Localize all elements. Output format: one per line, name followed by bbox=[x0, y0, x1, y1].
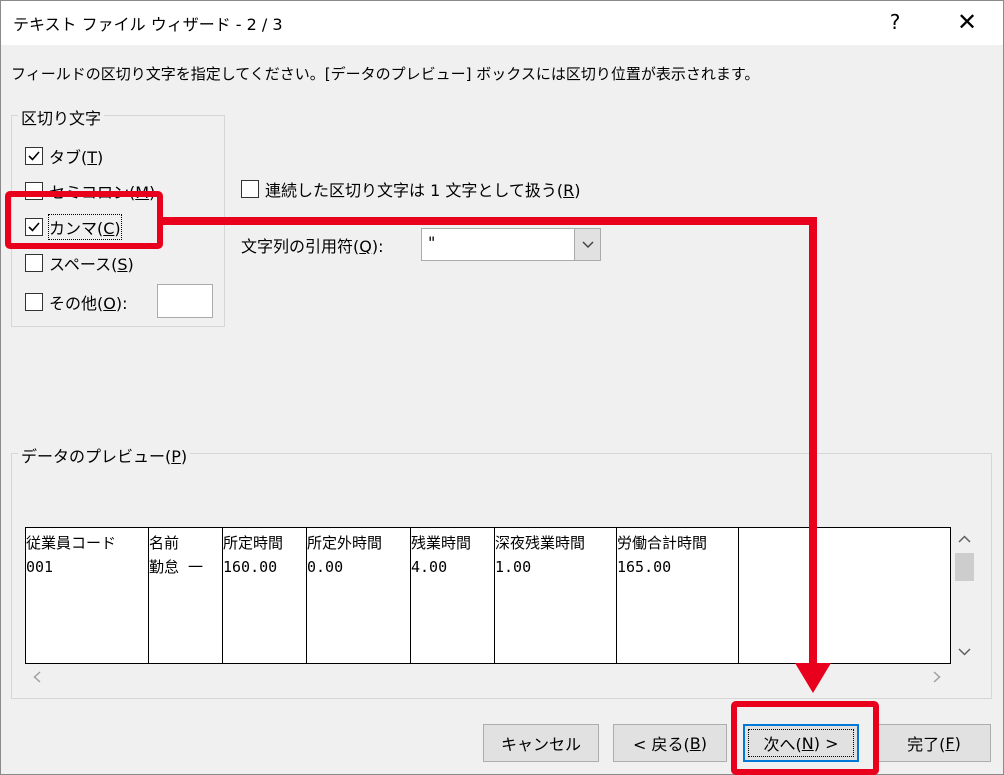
scroll-up-icon[interactable] bbox=[958, 535, 971, 543]
column-value: 160.00 bbox=[223, 558, 278, 576]
checkbox-box[interactable] bbox=[25, 254, 43, 272]
back-button[interactable]: < 戻る(B) bbox=[613, 724, 727, 762]
preview-column[interactable]: 深夜残業時間 1.00 bbox=[495, 528, 617, 663]
finish-button[interactable]: 完了(F) bbox=[877, 724, 991, 762]
consecutive-delimiters-checkbox[interactable]: 連続した区切り文字は 1 文字として扱う(R) bbox=[241, 177, 581, 201]
space-label: スペース(S) bbox=[49, 255, 134, 274]
preview-vertical-scrollbar[interactable] bbox=[951, 527, 978, 664]
title-bar: テキスト ファイル ウィザード - 2 / 3 ? ✕ bbox=[1, 1, 1003, 45]
checkbox-box[interactable] bbox=[25, 293, 43, 311]
chevron-down-icon bbox=[581, 240, 594, 248]
preview-column[interactable]: 従業員コード 001 bbox=[26, 528, 149, 663]
checkmark-icon bbox=[28, 151, 40, 161]
column-value: 勤怠 一 bbox=[149, 558, 204, 576]
preview-group-title: データのプレビュー(P) bbox=[18, 443, 191, 467]
preview-column[interactable]: 労働合計時間 165.00 bbox=[617, 528, 739, 663]
column-value: 4.00 bbox=[411, 558, 448, 576]
close-button[interactable]: ✕ bbox=[941, 3, 993, 41]
window-title: テキスト ファイル ウィザード - 2 / 3 bbox=[13, 15, 283, 34]
column-value: 0.00 bbox=[307, 558, 344, 576]
delimiters-group-title: 区切り文字 bbox=[18, 105, 105, 129]
text-qualifier-label: 文字列の引用符(Q): bbox=[241, 237, 384, 256]
preview-column[interactable]: 名前 勤怠 一 bbox=[149, 528, 223, 663]
dropdown-button[interactable] bbox=[574, 229, 600, 260]
scroll-down-icon[interactable] bbox=[958, 648, 971, 656]
space-checkbox[interactable]: スペース(S) bbox=[25, 251, 134, 275]
checkbox-box[interactable] bbox=[25, 147, 43, 165]
scrollbar-thumb[interactable] bbox=[955, 553, 974, 581]
column-header: 所定外時間 bbox=[307, 534, 383, 552]
column-header: 所定時間 bbox=[223, 534, 284, 552]
annotation-highlight-comma bbox=[5, 191, 163, 249]
annotation-connector-horizontal bbox=[163, 217, 817, 225]
column-header: 従業員コード bbox=[26, 534, 117, 552]
checkbox-box[interactable] bbox=[241, 180, 259, 198]
annotation-connector-vertical bbox=[809, 217, 817, 667]
column-value: 1.00 bbox=[495, 558, 532, 576]
other-label: その他(O): bbox=[49, 294, 128, 313]
preview-column[interactable]: 所定外時間 0.00 bbox=[307, 528, 411, 663]
preview-column[interactable]: 残業時間 4.00 bbox=[411, 528, 495, 663]
text-qualifier-select[interactable]: " bbox=[421, 228, 601, 261]
other-delimiter-input[interactable] bbox=[157, 284, 213, 318]
cancel-button[interactable]: キャンセル bbox=[483, 724, 599, 762]
preview-column[interactable]: 所定時間 160.00 bbox=[223, 528, 307, 663]
tab-label: タブ(T) bbox=[49, 148, 104, 167]
text-import-wizard-dialog: テキスト ファイル ウィザード - 2 / 3 ? ✕ フィールドの区切り文字を… bbox=[0, 0, 1004, 775]
text-qualifier-value: " bbox=[428, 233, 436, 252]
instruction-text: フィールドの区切り文字を指定してください。[データのプレビュー] ボックスには区… bbox=[11, 65, 760, 83]
scroll-left-icon[interactable] bbox=[33, 671, 41, 683]
scroll-right-icon[interactable] bbox=[933, 671, 941, 683]
column-header: 残業時間 bbox=[411, 534, 472, 552]
column-header: 深夜残業時間 bbox=[495, 534, 586, 552]
other-checkbox[interactable]: その他(O): bbox=[25, 290, 127, 314]
help-button[interactable]: ? bbox=[871, 3, 919, 41]
column-header: 労働合計時間 bbox=[617, 534, 708, 552]
consecutive-delimiters-label: 連続した区切り文字は 1 文字として扱う(R) bbox=[265, 181, 581, 200]
annotation-highlight-next bbox=[731, 701, 879, 775]
column-value: 001 bbox=[26, 558, 54, 576]
tab-checkbox[interactable]: タブ(T) bbox=[25, 144, 103, 168]
column-value: 165.00 bbox=[617, 558, 672, 576]
column-header: 名前 bbox=[149, 534, 180, 552]
annotation-arrow-head bbox=[795, 663, 831, 693]
